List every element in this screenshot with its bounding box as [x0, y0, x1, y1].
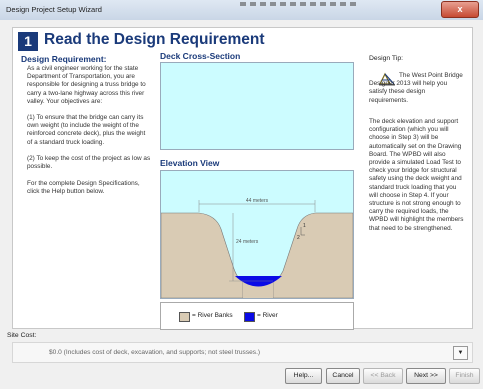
step-number-badge: 1	[18, 32, 38, 51]
river-valley-diagram: 44 meters 24 meters 1 2	[161, 198, 353, 298]
legend: = River Banks = River	[160, 302, 354, 330]
height-label: 24 meters	[236, 239, 259, 245]
chevron-down-icon[interactable]: ▼	[453, 346, 468, 360]
page-title: Read the Design Requirement	[44, 31, 265, 48]
content-panel: 1 Read the Design Requirement Design Req…	[12, 27, 473, 330]
title-bar-decoration	[240, 2, 360, 6]
cancel-button[interactable]: Cancel	[326, 368, 360, 384]
requirement-paragraph-1: As a civil engineer working for the stat…	[27, 65, 146, 105]
design-tip-label: Design Tip:	[369, 55, 404, 62]
deck-cross-section-heading: Deck Cross-Section	[160, 51, 241, 61]
window-title: Design Project Setup Wizard	[6, 5, 102, 14]
site-cost-label: Site Cost:	[7, 332, 37, 339]
design-tip-paragraph-1: The West Point Bridge Designer 2013 will…	[369, 72, 463, 104]
site-cost-value: $0.0 (Includes cost of deck, excavation,…	[49, 349, 261, 356]
span-label: 44 meters	[246, 198, 269, 204]
help-button[interactable]: Help...	[285, 368, 322, 384]
river-legend-label: = River	[257, 312, 278, 319]
elevation-view: 44 meters 24 meters 1 2	[160, 170, 354, 299]
design-requirement-heading: Design Requirement:	[21, 54, 107, 64]
slope-run-label: 2	[297, 235, 300, 241]
slope-rise-label: 1	[303, 223, 306, 229]
design-tip-paragraph-2: The deck elevation and support configura…	[369, 118, 464, 232]
requirement-paragraph-2: (1) To ensure that the bridge can carry …	[27, 114, 146, 146]
river-banks-swatch	[179, 312, 190, 322]
river-swatch	[244, 312, 255, 322]
finish-button[interactable]: Finish	[449, 368, 480, 384]
right-river-bank	[272, 212, 353, 298]
requirement-paragraph-3: (2) To keep the cost of the project as l…	[27, 155, 151, 171]
requirement-paragraph-4: For the complete Design Specifications, …	[27, 180, 140, 196]
title-bar: Design Project Setup Wizard x	[0, 0, 483, 21]
deck-cross-section-view	[160, 62, 354, 150]
wizard-frame: 1 Read the Design Requirement Design Req…	[0, 20, 483, 389]
close-button[interactable]: x	[441, 1, 479, 18]
back-button[interactable]: << Back	[363, 368, 403, 384]
next-button[interactable]: Next >>	[406, 368, 446, 384]
elevation-view-heading: Elevation View	[160, 158, 220, 168]
left-river-bank	[161, 212, 244, 298]
river-banks-legend-label: = River Banks	[192, 312, 233, 319]
site-cost-box: $0.0 (Includes cost of deck, excavation,…	[12, 342, 473, 363]
